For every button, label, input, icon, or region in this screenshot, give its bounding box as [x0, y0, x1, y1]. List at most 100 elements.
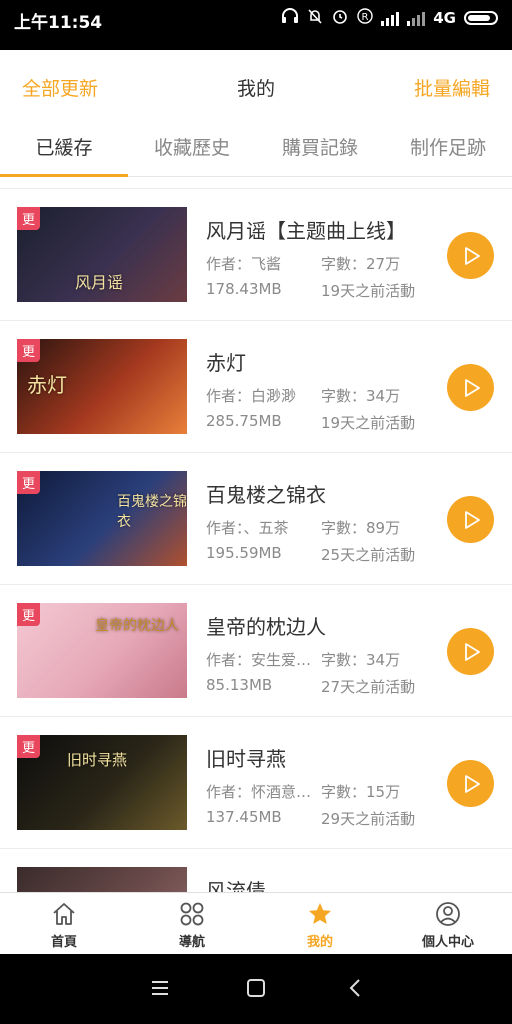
update-all-button[interactable]: 全部更新	[22, 74, 98, 101]
list-item[interactable]: 赤灯 更 赤灯 作者：白渺渺 字數：34万 285.75MB 19天之前活動	[0, 321, 512, 453]
list-item[interactable]: 风流债	[0, 849, 512, 892]
list-item[interactable]: 旧时寻燕 更 旧时寻燕 作者：怀酒意… 字數：15万 137.45MB 29天之前活…	[0, 717, 512, 849]
play-icon	[465, 379, 480, 397]
cached-list[interactable]: 风月谣 更 风月谣【主题曲上线】 作者：飞酱 字數：27万 178.43MB 19天…	[0, 188, 512, 892]
item-author: 作者：怀酒意…	[206, 783, 312, 801]
signal-icon	[381, 10, 400, 26]
item-title[interactable]: 皇帝的枕边人	[206, 611, 326, 640]
cover-image[interactable]: 赤灯 更	[17, 339, 187, 434]
item-meta-row: 285.75MB 19天之前活動	[206, 412, 415, 432]
status-time: 上午11:54	[14, 13, 103, 33]
item-meta-row: 作者：安生爱… 字數：34万	[206, 649, 400, 670]
batch-edit-button[interactable]: 批量編輯	[414, 74, 490, 101]
play-button[interactable]	[447, 628, 494, 675]
update-badge: 更	[17, 735, 41, 758]
nav-navigation[interactable]: 導航	[128, 893, 256, 955]
tab-favorites-history[interactable]: 收藏歷史	[128, 122, 256, 176]
update-badge: 更	[17, 603, 41, 626]
item-size: 285.75MB	[206, 412, 282, 430]
tab-bar: 已緩存 收藏歷史 購買記錄 制作足跡	[0, 122, 512, 177]
cover-title-art: 风月谣	[75, 273, 124, 292]
mute-bell-icon	[307, 8, 323, 28]
header-bar: 全部更新 我的 批量編輯	[0, 50, 512, 122]
play-button[interactable]	[447, 232, 494, 279]
item-meta-row: 85.13MB 27天之前活動	[206, 676, 415, 696]
nav-profile-label: 個人中心	[421, 935, 474, 950]
item-meta-row: 178.43MB 19天之前活動	[206, 280, 415, 300]
grid-icon	[180, 902, 204, 926]
svg-text:R: R	[362, 12, 369, 23]
nav-home-label: 首頁	[50, 935, 77, 950]
list-item[interactable]: 百鬼楼之锦衣 更 百鬼楼之锦衣 作者：、五茶 字數：89万 195.59MB 25天…	[0, 453, 512, 585]
tab-cached[interactable]: 已緩存	[0, 122, 128, 177]
item-title[interactable]: 赤灯	[206, 347, 246, 376]
play-icon	[465, 643, 480, 661]
registered-icon: R	[357, 8, 373, 28]
item-meta-row: 作者：怀酒意… 字數：15万	[206, 781, 400, 802]
item-size: 85.13MB	[206, 676, 273, 694]
item-activity: 29天之前活動	[321, 810, 416, 828]
cover-title-art: 皇帝的枕边人	[95, 618, 179, 634]
battery-icon	[464, 11, 498, 25]
tab-creation-footprint[interactable]: 制作足跡	[384, 122, 512, 176]
system-nav-bar	[0, 954, 512, 1024]
item-size: 137.45MB	[206, 808, 282, 826]
cover-title-art: 百鬼楼之锦衣	[117, 494, 187, 530]
item-word-count: 字數：27万	[321, 255, 401, 273]
headphones-icon	[281, 8, 299, 28]
home-square-icon[interactable]	[246, 978, 266, 998]
item-title[interactable]: 风月谣【主题曲上线】	[206, 215, 406, 244]
play-button[interactable]	[447, 364, 494, 411]
cover-title-art: 赤灯	[27, 373, 67, 397]
item-title[interactable]: 风流债	[206, 875, 266, 892]
item-size: 178.43MB	[206, 280, 282, 298]
item-word-count: 字數：15万	[321, 783, 401, 801]
item-title[interactable]: 百鬼楼之锦衣	[206, 479, 326, 508]
cover-image[interactable]: 旧时寻燕 更	[17, 735, 187, 830]
signal-2-icon	[407, 10, 426, 26]
cover-image[interactable]: 皇帝的枕边人 更	[17, 603, 187, 698]
play-button[interactable]	[447, 496, 494, 543]
network-type: 4G	[433, 9, 456, 27]
item-activity: 27天之前活動	[321, 678, 416, 696]
item-meta-row: 作者：白渺渺 字數：34万	[206, 385, 400, 406]
item-meta-row: 作者：、五茶 字數：89万	[206, 517, 400, 538]
cover-image[interactable]: 百鬼楼之锦衣 更	[17, 471, 187, 566]
nav-navigation-label: 導航	[178, 935, 205, 950]
item-word-count: 字數：34万	[321, 387, 401, 405]
item-author: 作者：、五茶	[206, 519, 289, 537]
nav-home[interactable]: 首頁	[0, 893, 128, 955]
play-icon	[465, 247, 480, 265]
star-icon	[309, 903, 331, 924]
item-activity: 25天之前活動	[321, 546, 416, 564]
item-author: 作者：飞酱	[206, 255, 282, 273]
item-size: 195.59MB	[206, 544, 282, 562]
item-activity: 19天之前活動	[321, 414, 416, 432]
item-title[interactable]: 旧时寻燕	[206, 743, 286, 772]
cover-image[interactable]: 风月谣 更	[17, 207, 187, 302]
person-icon	[436, 902, 460, 926]
play-button[interactable]	[447, 760, 494, 807]
item-meta-row: 作者：飞酱 字數：27万	[206, 253, 400, 274]
home-icon	[53, 903, 75, 925]
update-badge: 更	[17, 207, 41, 230]
tab-purchase-records[interactable]: 購買記錄	[256, 122, 384, 176]
back-icon[interactable]	[346, 978, 366, 998]
alarm-icon	[331, 7, 349, 29]
item-word-count: 字數：34万	[321, 651, 401, 669]
cover-image[interactable]	[17, 867, 187, 892]
nav-profile[interactable]: 個人中心	[384, 893, 512, 955]
nav-mine[interactable]: 我的	[256, 893, 384, 955]
menu-icon[interactable]	[150, 978, 170, 998]
update-badge: 更	[17, 339, 41, 362]
item-meta-row: 195.59MB 25天之前活動	[206, 544, 415, 564]
item-activity: 19天之前活動	[321, 282, 416, 300]
item-word-count: 字數：89万	[321, 519, 401, 537]
status-icons: R 4G	[281, 7, 498, 29]
list-item[interactable]: 皇帝的枕边人 更 皇帝的枕边人 作者：安生爱… 字數：34万 85.13MB 27天…	[0, 585, 512, 717]
list-item[interactable]: 风月谣 更 风月谣【主题曲上线】 作者：飞酱 字數：27万 178.43MB 19天…	[0, 188, 512, 321]
nav-mine-label: 我的	[306, 935, 333, 950]
play-icon	[465, 775, 480, 793]
update-badge: 更	[17, 471, 41, 494]
status-bar: 上午11:54 R 4G	[0, 0, 512, 50]
